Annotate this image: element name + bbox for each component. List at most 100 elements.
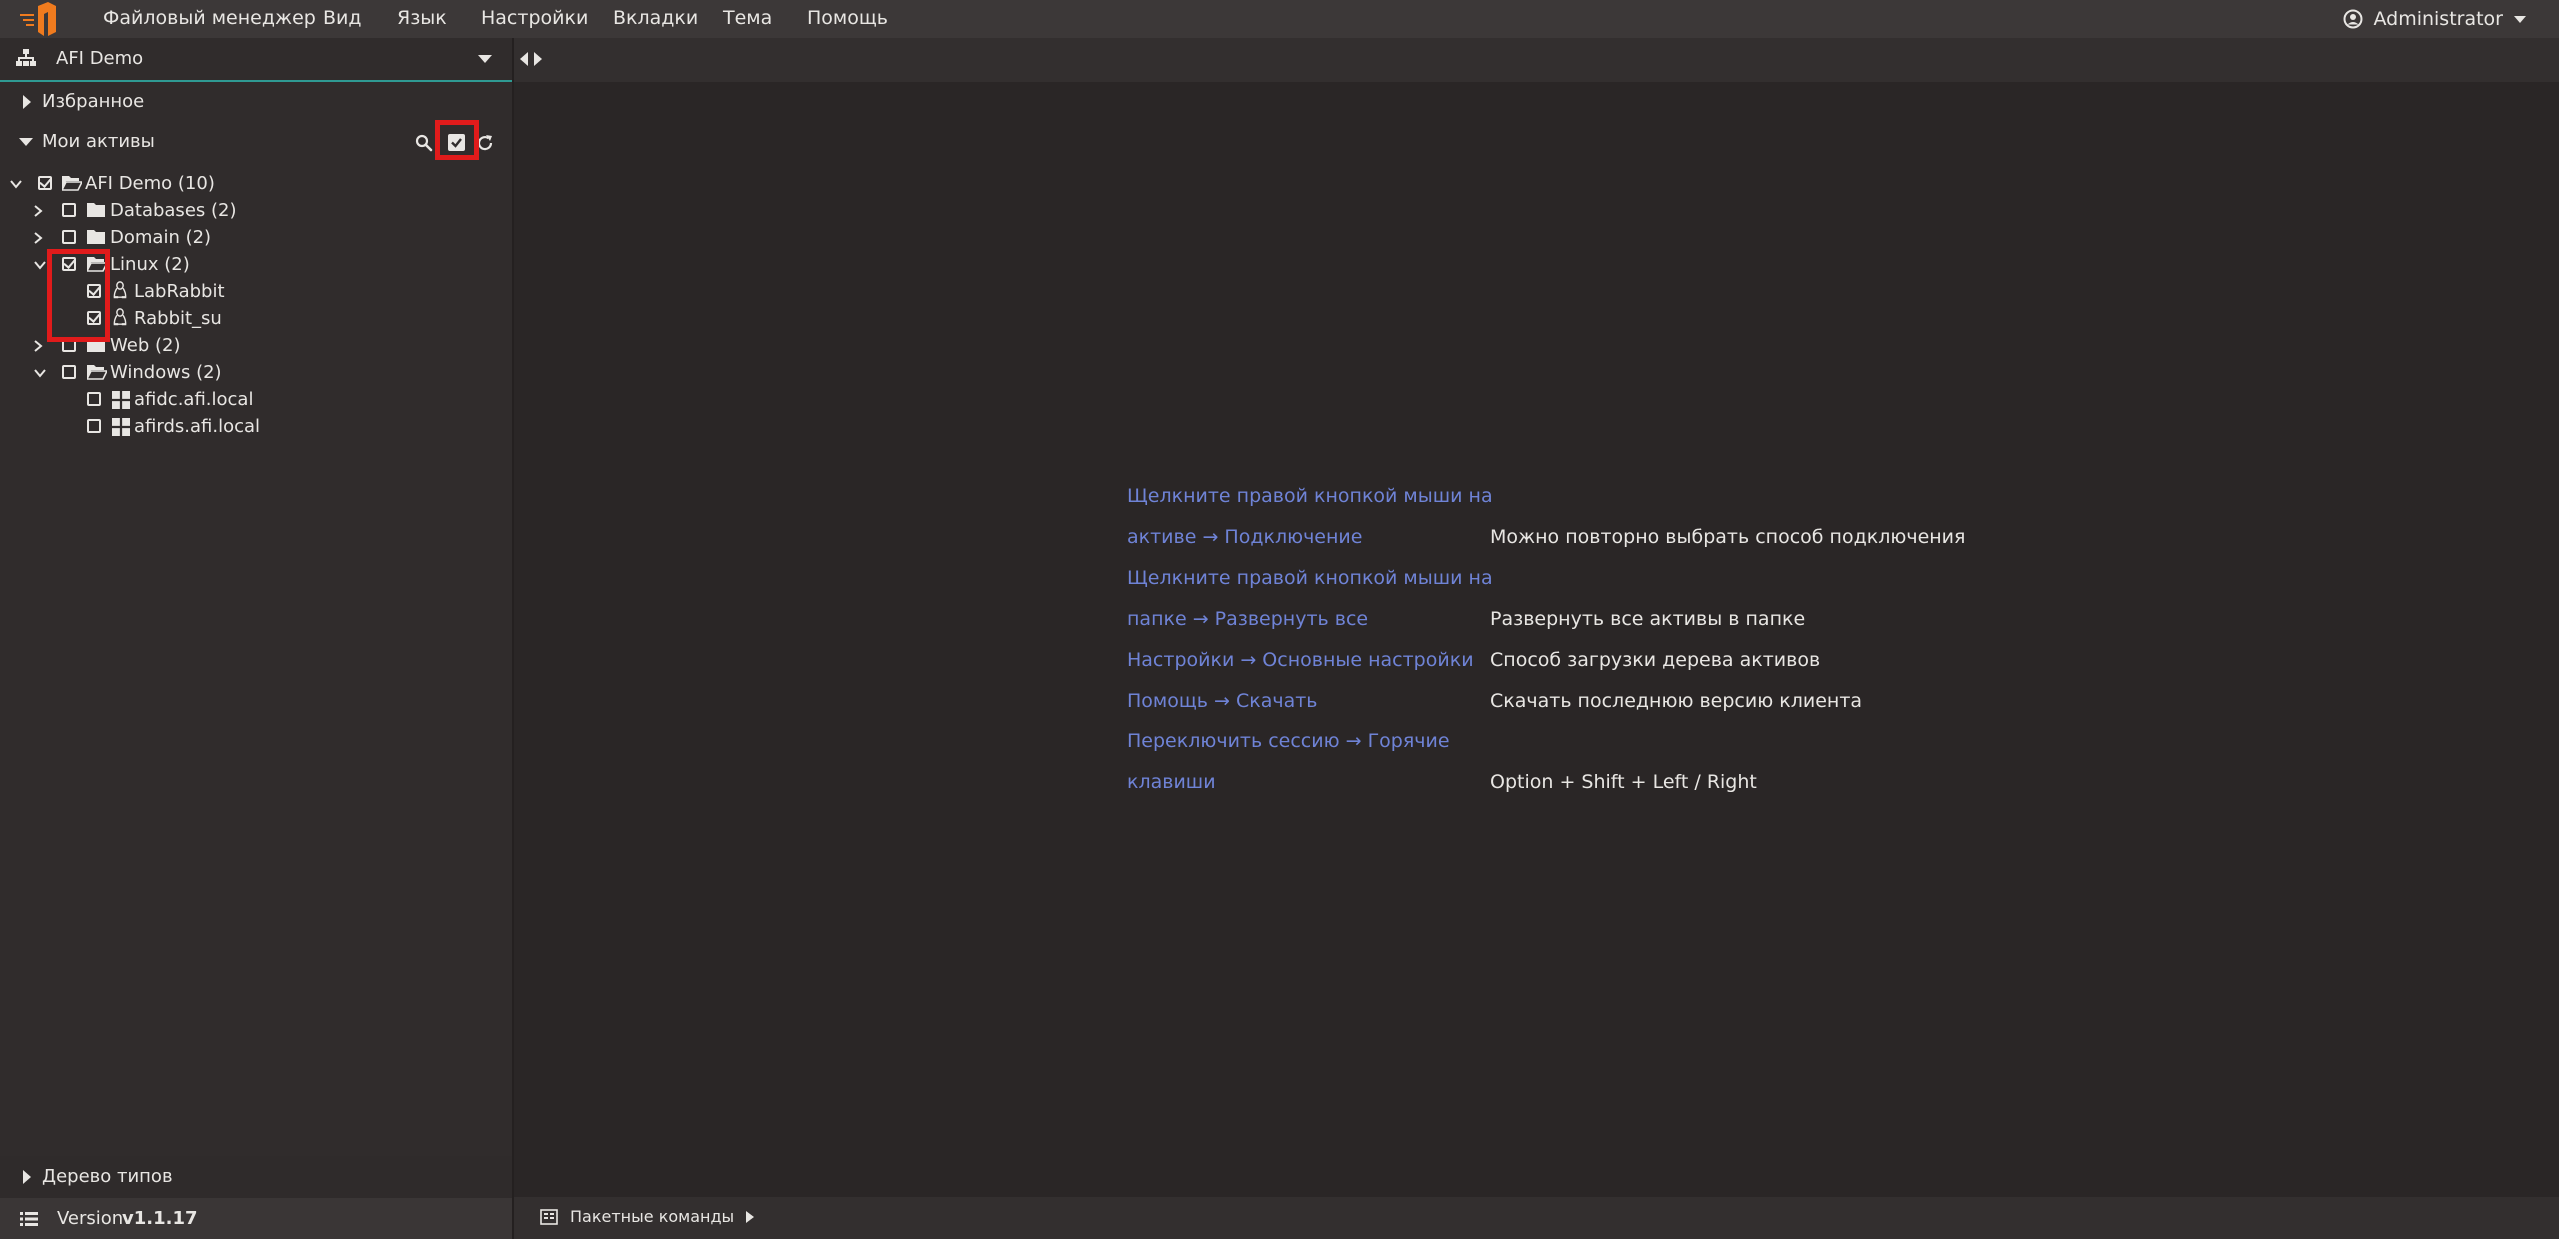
tab-scroll-left-icon[interactable] bbox=[520, 52, 528, 66]
tip-link-line[interactable]: папке → Развернуть все bbox=[1127, 608, 1368, 630]
folder-icon bbox=[87, 203, 105, 217]
tree-checkbox[interactable] bbox=[87, 392, 101, 406]
tree-checkbox[interactable] bbox=[87, 419, 101, 433]
chevron-right-icon[interactable] bbox=[30, 338, 46, 354]
status-bar: Пакетные команды bbox=[514, 1197, 2559, 1239]
type-tree-section[interactable]: Дерево типов bbox=[0, 1156, 512, 1198]
batch-commands-label: Пакетные команды bbox=[570, 1207, 735, 1226]
linux-icon bbox=[113, 308, 127, 326]
batch-commands-icon bbox=[540, 1208, 558, 1225]
tip-link-line[interactable]: Помощь → Скачать bbox=[1127, 690, 1317, 712]
sitemap-icon bbox=[16, 49, 36, 66]
refresh-icon[interactable] bbox=[476, 134, 494, 152]
tip-link-line[interactable]: Щелкните правой кнопкой мыши на bbox=[1127, 485, 1493, 507]
tree-item-rabbit-su[interactable]: Rabbit_su bbox=[0, 305, 512, 332]
user-name: Administrator bbox=[2373, 8, 2503, 30]
tree-checkbox[interactable] bbox=[87, 311, 101, 325]
workspace-name: AFI Demo bbox=[56, 48, 144, 69]
linux-icon bbox=[113, 281, 127, 299]
favorites-section[interactable]: Избранное bbox=[0, 82, 512, 122]
tree-checkbox[interactable] bbox=[87, 284, 101, 298]
tree-label: Domain (2) bbox=[110, 227, 212, 248]
menu-file-manager[interactable]: Файловый менеджер bbox=[103, 7, 316, 29]
chevron-down-icon[interactable] bbox=[32, 365, 48, 381]
tip-link-line[interactable]: Настройки → Основные настройки bbox=[1127, 649, 1474, 671]
folder-icon bbox=[87, 338, 105, 352]
tree-item-domain[interactable]: Domain (2) bbox=[0, 224, 512, 251]
folder-icon bbox=[87, 230, 105, 244]
tree-item-web[interactable]: Web (2) bbox=[0, 332, 512, 359]
collapsed-arrow-icon bbox=[23, 95, 31, 109]
menu-theme[interactable]: Тема bbox=[723, 7, 772, 29]
tree-item-afidc[interactable]: afidc.afi.local bbox=[0, 386, 512, 413]
menu-language[interactable]: Язык bbox=[397, 7, 447, 29]
version-label: Version bbox=[57, 1208, 124, 1229]
chevron-down-icon[interactable] bbox=[8, 176, 24, 192]
chevron-down-icon[interactable] bbox=[32, 257, 48, 273]
tip-description: Option + Shift + Left / Right bbox=[1490, 771, 1757, 793]
tip-description: Можно повторно выбрать способ подключени… bbox=[1490, 526, 1966, 548]
workspace-selector[interactable]: AFI Demo bbox=[0, 38, 512, 82]
tip-description: Способ загрузки дерева активов bbox=[1490, 649, 1821, 671]
select-all-checkbox-icon[interactable] bbox=[448, 134, 465, 151]
tree-item-afirds[interactable]: afirds.afi.local bbox=[0, 413, 512, 440]
tree-label: LabRabbit bbox=[134, 281, 225, 302]
caret-down-icon bbox=[2514, 16, 2526, 23]
tree-label: Linux (2) bbox=[110, 254, 190, 275]
app-logo-icon bbox=[18, 2, 62, 36]
my-assets-label: Мои активы bbox=[42, 131, 155, 152]
user-menu[interactable]: Administrator bbox=[2343, 5, 2527, 33]
tree-label: afirds.afi.local bbox=[134, 416, 261, 437]
tip-link-line[interactable]: Переключить сессию → Горячие bbox=[1127, 730, 1450, 752]
expanded-arrow-icon bbox=[19, 138, 33, 146]
tip-link-line[interactable]: Щелкните правой кнопкой мыши на bbox=[1127, 567, 1493, 589]
windows-icon bbox=[112, 418, 130, 436]
chevron-right-icon[interactable] bbox=[30, 230, 46, 246]
welcome-tips-panel: Щелкните правой кнопкой мыши на активе →… bbox=[514, 82, 2559, 1197]
user-icon bbox=[2343, 9, 2363, 29]
search-icon[interactable] bbox=[415, 134, 433, 152]
collapsed-arrow-icon bbox=[23, 1170, 31, 1184]
workspace-dropdown-icon bbox=[478, 55, 492, 63]
tree-item-windows[interactable]: Windows (2) bbox=[0, 359, 512, 386]
tab-scroll-right-icon[interactable] bbox=[534, 52, 542, 66]
folder-open-icon bbox=[87, 365, 107, 380]
chevron-right-icon[interactable] bbox=[30, 203, 46, 219]
tree-label: Windows (2) bbox=[110, 362, 222, 383]
tip-link-line[interactable]: активе → Подключение bbox=[1127, 526, 1362, 548]
tree-checkbox[interactable] bbox=[62, 203, 76, 217]
menu-settings[interactable]: Настройки bbox=[481, 7, 588, 29]
menu-tabs[interactable]: Вкладки bbox=[613, 7, 698, 29]
tree-checkbox[interactable] bbox=[62, 257, 76, 271]
tree-item-linux[interactable]: Linux (2) bbox=[0, 251, 512, 278]
tree-checkbox[interactable] bbox=[62, 338, 76, 352]
menubar: Файловый менеджер Вид Язык Настройки Вкл… bbox=[0, 0, 2559, 38]
version-bar: Version v1.1.17 bbox=[0, 1198, 512, 1239]
tip-link-line[interactable]: клавиши bbox=[1127, 771, 1216, 793]
tree-label: afidc.afi.local bbox=[134, 389, 254, 410]
menu-help[interactable]: Помощь bbox=[807, 7, 888, 29]
menu-view[interactable]: Вид bbox=[323, 7, 362, 29]
my-assets-section[interactable]: Мои активы bbox=[0, 122, 512, 162]
tip-description: Развернуть все активы в папке bbox=[1490, 608, 1806, 630]
version-number: v1.1.17 bbox=[122, 1208, 198, 1229]
caret-right-icon bbox=[746, 1210, 755, 1223]
tree-label: Rabbit_su bbox=[134, 308, 222, 329]
tree-label: Databases (2) bbox=[110, 200, 237, 221]
windows-icon bbox=[112, 391, 130, 409]
tab-bar bbox=[514, 38, 2559, 82]
folder-open-icon bbox=[62, 176, 82, 191]
favorites-label: Избранное bbox=[42, 91, 145, 112]
tree-checkbox[interactable] bbox=[38, 176, 52, 190]
tree-label: Web (2) bbox=[110, 335, 181, 356]
tree-checkbox[interactable] bbox=[62, 230, 76, 244]
tree-label: AFI Demo (10) bbox=[85, 173, 215, 194]
batch-commands-button[interactable]: Пакетные команды bbox=[540, 1207, 755, 1226]
type-tree-label: Дерево типов bbox=[42, 1166, 173, 1187]
tree-item-databases[interactable]: Databases (2) bbox=[0, 197, 512, 224]
list-icon[interactable] bbox=[20, 1212, 38, 1226]
folder-open-icon bbox=[87, 257, 107, 272]
tree-item-afi-demo[interactable]: AFI Demo (10) bbox=[0, 170, 512, 197]
tree-item-labrabbit[interactable]: LabRabbit bbox=[0, 278, 512, 305]
tree-checkbox[interactable] bbox=[62, 365, 76, 379]
